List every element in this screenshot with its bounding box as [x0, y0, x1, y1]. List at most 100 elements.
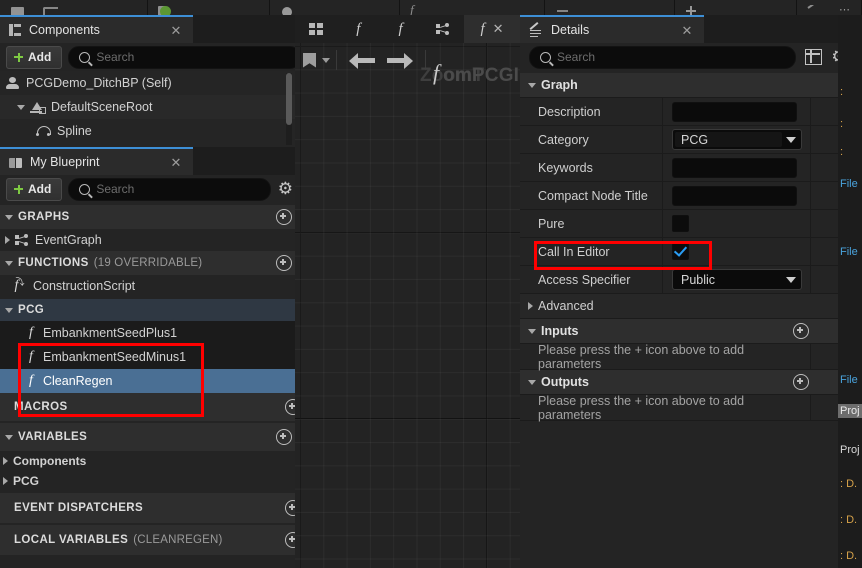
function-glyph-icon[interactable]: f — [410, 5, 426, 15]
tab-components[interactable]: Components ✕ — [0, 15, 193, 43]
chevron-down-icon[interactable] — [528, 328, 536, 334]
description-field[interactable] — [672, 101, 797, 122]
components-scrollbar[interactable] — [286, 73, 292, 125]
log-line: : D. — [840, 514, 858, 526]
graph-canvas[interactable]: ZoomT omPCGI f — [295, 43, 520, 568]
bookmark-button[interactable] — [303, 45, 316, 75]
section-variables[interactable]: VARIABLES — [0, 423, 295, 451]
sidebar-item-construction-script[interactable]: f ConstructionScript — [0, 275, 295, 297]
my-blueprint-search-input[interactable]: Search — [68, 177, 272, 201]
sidebar-item-variables-pcg[interactable]: PCG — [0, 471, 295, 491]
bookmark-dropdown[interactable] — [316, 45, 330, 75]
section-macros-label: MACROS — [14, 401, 68, 413]
chevron-down-icon[interactable] — [5, 434, 13, 440]
plus-icon — [14, 52, 23, 62]
section-macros[interactable]: MACROS — [0, 393, 295, 421]
components-add-button[interactable]: Add — [6, 45, 63, 69]
tab-details[interactable]: Details ✕ — [520, 15, 704, 43]
section-functions-sublabel: (19 OVERRIDABLE) — [93, 257, 203, 269]
component-row-self[interactable]: PCGDemo_DitchBP (Self) — [0, 71, 295, 95]
tab-event-graph[interactable] — [422, 15, 464, 43]
chevron-right-icon[interactable] — [3, 457, 8, 465]
chevron-down-icon[interactable] — [528, 379, 536, 385]
back-button[interactable] — [343, 45, 381, 75]
search-icon — [79, 183, 91, 195]
component-row-default-scene-root[interactable]: DefaultSceneRoot — [0, 95, 295, 119]
add-input-parameter-button[interactable] — [793, 323, 809, 339]
chevron-down-icon[interactable] — [5, 260, 13, 266]
compact-node-title-field[interactable] — [672, 185, 797, 206]
details-section-outputs[interactable]: Outputs — [520, 370, 838, 395]
keywords-field[interactable] — [672, 157, 797, 178]
details-label: Keywords — [520, 154, 663, 181]
close-icon[interactable]: ✕ — [155, 156, 183, 169]
add-function-button[interactable] — [276, 255, 292, 271]
tab-function-active[interactable]: f ✕ — [464, 15, 520, 43]
add-graph-button[interactable] — [276, 209, 292, 225]
gear-icon[interactable] — [831, 49, 838, 65]
chevron-right-icon[interactable] — [5, 236, 10, 244]
sidebar-item-label: Components — [13, 454, 87, 468]
add-local-variable-button[interactable] — [285, 532, 295, 548]
my-blueprint-add-button[interactable]: Add — [6, 177, 63, 201]
section-pcg-category[interactable]: PCG — [0, 299, 295, 321]
details-row-description: Description — [520, 98, 838, 126]
chevron-down-icon[interactable] — [5, 307, 13, 313]
close-icon[interactable]: ✕ — [666, 24, 694, 37]
gear-icon[interactable] — [277, 181, 293, 197]
section-local-variables[interactable]: LOCAL VARIABLES (CLEANREGEN) — [0, 525, 295, 555]
browse-icon[interactable] — [42, 5, 58, 15]
access-specifier-combo[interactable]: Public — [672, 269, 802, 290]
section-functions[interactable]: FUNCTIONS (19 OVERRIDABLE) — [0, 251, 295, 275]
tab-function-2[interactable]: f — [380, 15, 422, 43]
close-icon[interactable]: ✕ — [155, 24, 183, 37]
components-search-input[interactable]: Search — [68, 45, 301, 69]
section-event-dispatchers[interactable]: EVENT DISPATCHERS — [0, 493, 295, 523]
dash-icon[interactable] — [555, 5, 571, 15]
forward-button[interactable] — [381, 45, 419, 75]
compile-icon[interactable] — [158, 5, 174, 15]
graph-watermark-function-icon: f — [433, 60, 440, 85]
tab-viewport[interactable] — [295, 15, 337, 43]
details-section-advanced[interactable]: Advanced — [520, 294, 838, 319]
chevron-down-icon[interactable] — [528, 82, 536, 88]
sidebar-item-embankment-seed-plus1[interactable]: f EmbankmentSeedPlus1 — [0, 321, 295, 345]
sidebar-item-embankment-seed-minus1[interactable]: f EmbankmentSeedMinus1 — [0, 345, 295, 369]
play-icon[interactable] — [280, 5, 296, 15]
sidebar-item-event-graph[interactable]: EventGraph — [0, 229, 295, 251]
pure-checkbox[interactable] — [672, 215, 689, 232]
sidebar-item-clean-regen[interactable]: f CleanRegen — [0, 369, 295, 393]
call-in-editor-checkbox[interactable] — [672, 243, 689, 260]
scene-root-icon — [30, 101, 46, 114]
details-section-inputs[interactable]: Inputs — [520, 319, 838, 344]
save-icon[interactable] — [10, 5, 26, 15]
tab-my-blueprint-label: My Blueprint — [30, 155, 100, 169]
sidebar-item-variables-components[interactable]: Components — [0, 451, 295, 471]
add-event-dispatcher-button[interactable] — [285, 500, 295, 516]
details-section-graph[interactable]: Graph — [520, 73, 838, 98]
details-label: Description — [520, 98, 663, 125]
tab-my-blueprint[interactable]: My Blueprint ✕ — [0, 147, 193, 175]
log-line: : D. — [840, 550, 858, 562]
chevron-right-icon[interactable] — [3, 477, 8, 485]
add-icon[interactable] — [685, 5, 701, 15]
section-graphs[interactable]: GRAPHS — [0, 205, 295, 229]
category-combo[interactable]: PCG — [672, 129, 802, 150]
global-toolbar: f ⋯ — [0, 0, 862, 16]
chevron-down-icon[interactable] — [17, 104, 25, 110]
component-row-spline[interactable]: Spline — [0, 119, 295, 143]
add-output-parameter-button[interactable] — [793, 374, 809, 390]
tab-function-1[interactable]: f — [337, 15, 379, 43]
output-log-strip[interactable]: : : : File File File Proj Proj : D. : D.… — [838, 15, 862, 568]
chevron-right-icon[interactable] — [528, 302, 533, 310]
columns-icon[interactable] — [804, 48, 822, 65]
details-row-tail — [811, 126, 838, 153]
add-macro-button[interactable] — [285, 399, 295, 415]
details-inputs-hint-row: Please press the + icon above to add par… — [520, 343, 838, 371]
wand-icon[interactable] — [807, 5, 823, 15]
overflow-icon[interactable]: ⋯ — [839, 5, 851, 16]
details-search-input[interactable]: Search — [529, 45, 796, 69]
chevron-down-icon[interactable] — [5, 214, 13, 220]
add-variable-button[interactable] — [276, 429, 292, 445]
close-icon[interactable]: ✕ — [493, 21, 504, 37]
